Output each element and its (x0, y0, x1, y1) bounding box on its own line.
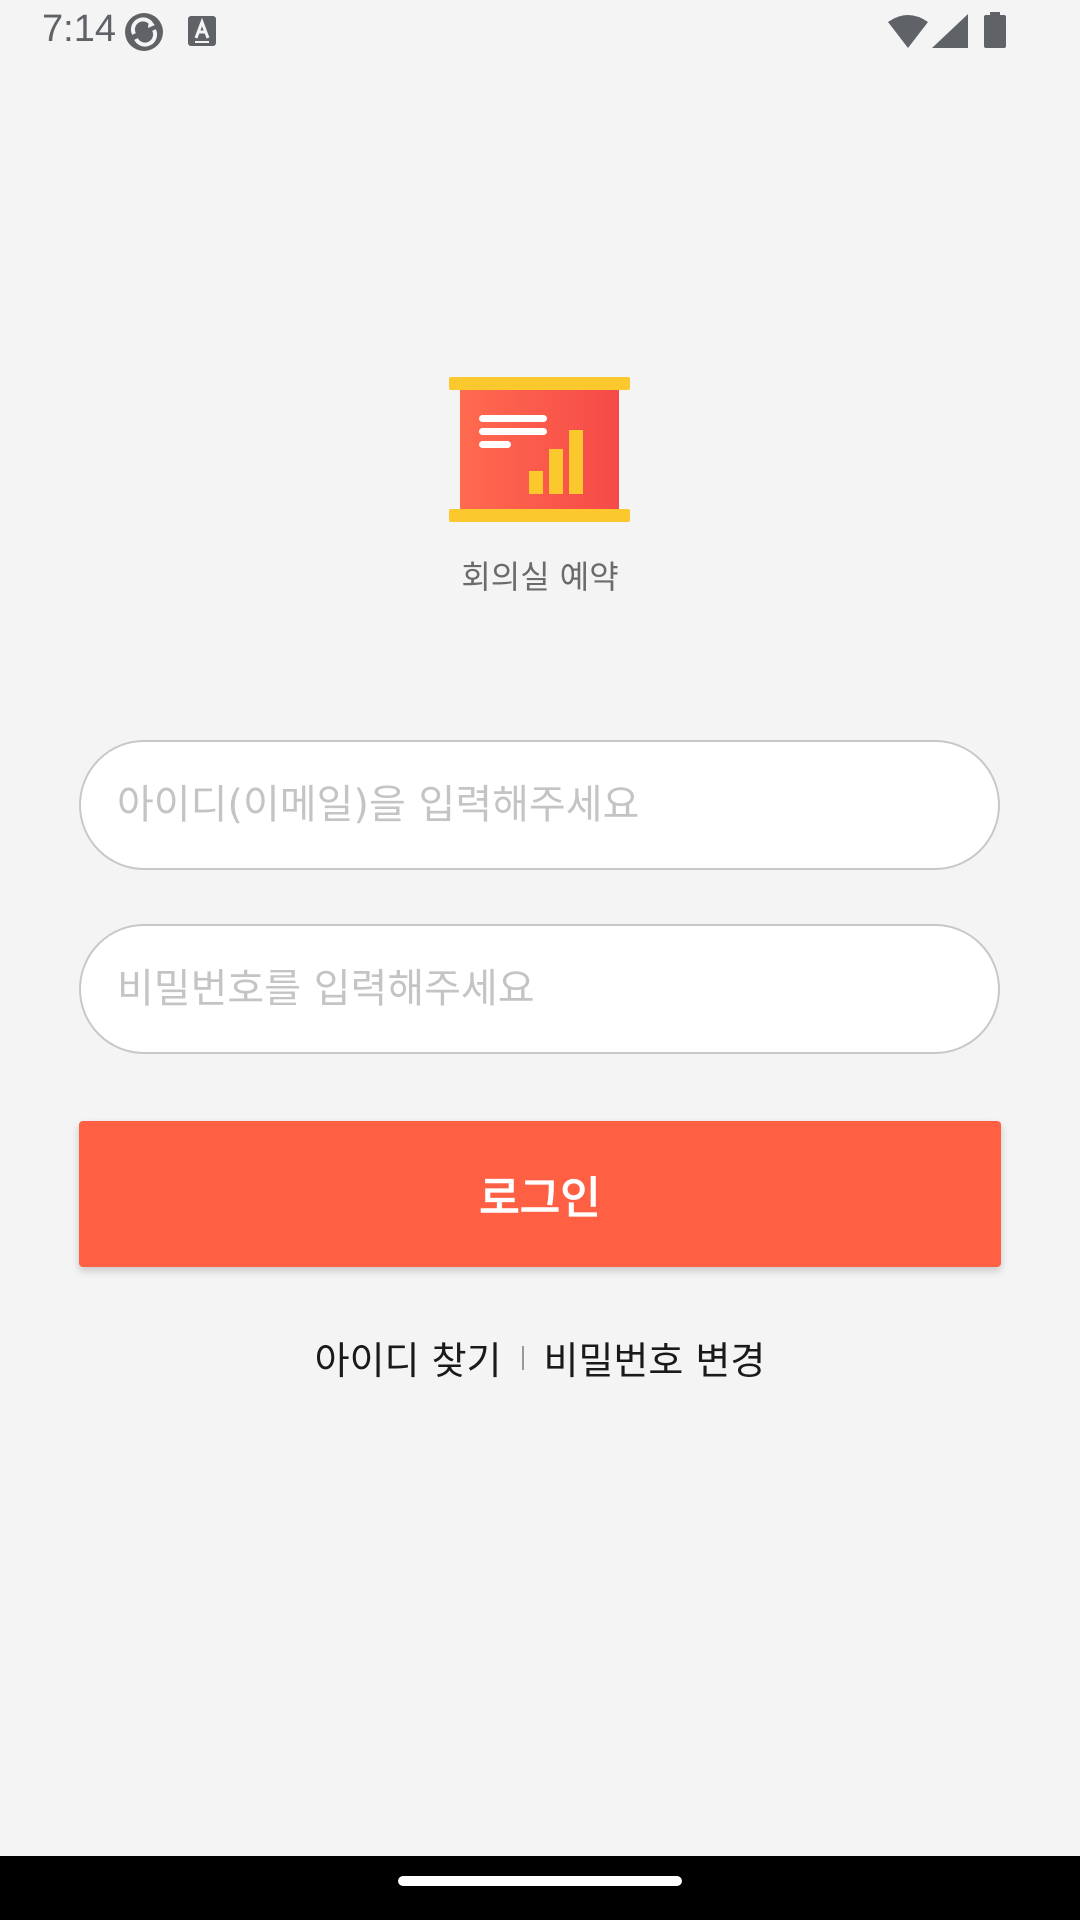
wifi-icon (888, 15, 928, 48)
home-gesture-handle[interactable] (398, 1876, 682, 1886)
status-time: 7:14 (42, 8, 116, 50)
app-title: 회의실 예약 (461, 558, 619, 596)
navigation-bar (0, 1856, 1080, 1920)
account-links: 아이디 찾기 비밀번호 변경 (0, 1330, 1080, 1385)
cell-signal-icon (932, 14, 968, 48)
change-password-link[interactable]: 비밀번호 변경 (544, 1330, 766, 1385)
find-id-link[interactable]: 아이디 찾기 (315, 1330, 502, 1385)
status-bar: 7:14 (0, 0, 1080, 64)
password-input[interactable] (79, 924, 1000, 1054)
presentation-board-icon (449, 377, 630, 522)
a-notification-icon (188, 16, 216, 46)
login-button[interactable]: 로그인 (79, 1121, 1001, 1267)
link-divider (521, 1345, 524, 1370)
id-email-input[interactable] (79, 740, 1000, 870)
battery-icon (984, 12, 1006, 48)
sync-icon (125, 13, 163, 51)
